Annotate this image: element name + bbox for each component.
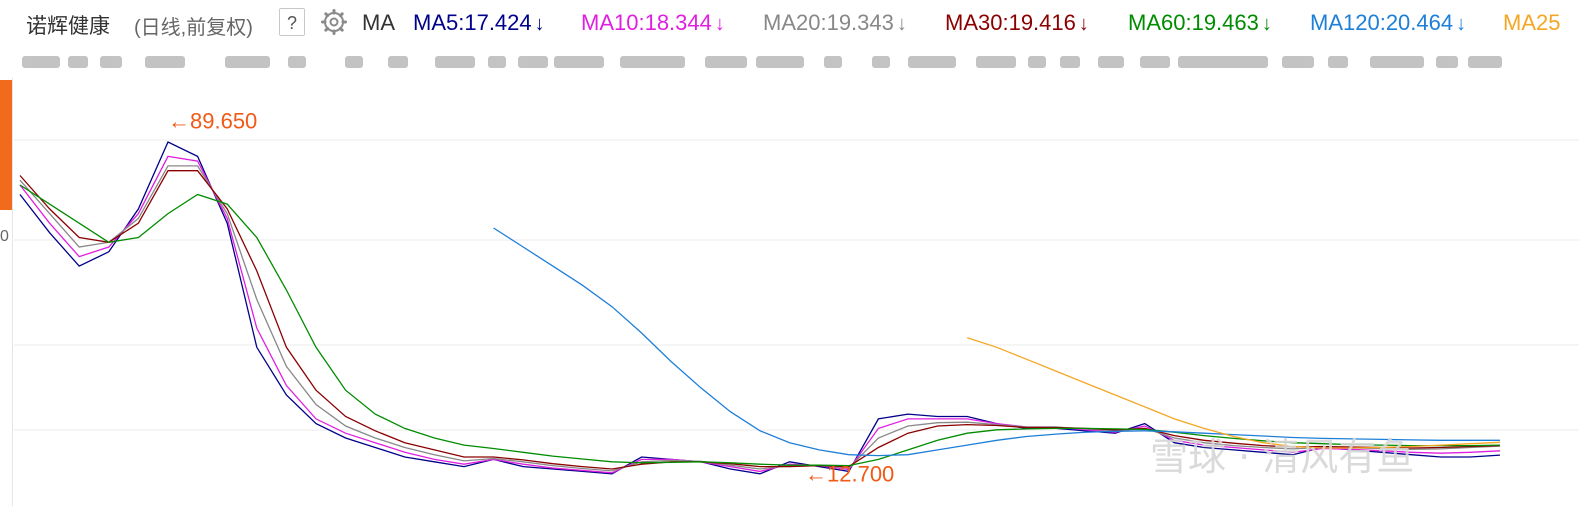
ma-legend-item: MA60:19.463 ↓ (1128, 10, 1272, 36)
series-ma10-line (19, 155, 1501, 474)
blurred-text (225, 56, 270, 68)
ma-series-layer (19, 141, 1501, 475)
blurred-text (705, 56, 747, 68)
left-divider (12, 78, 13, 506)
ma-legend-value: MA10:18.344 (581, 10, 712, 35)
watermark-text: 雪球 · 清风有鱼 (1150, 435, 1414, 479)
blurred-text (1468, 56, 1502, 68)
blurred-text (872, 56, 890, 68)
ma-legend-value: MA60:19.463 (1128, 10, 1259, 35)
gridlines (14, 139, 1579, 431)
blurred-text (1098, 56, 1124, 68)
adjust-mode-label[interactable]: (日线,前复权) (134, 11, 253, 40)
series-ma20-line (19, 165, 1501, 472)
blurred-text (1370, 56, 1424, 68)
blurred-text (288, 56, 306, 68)
down-arrow-icon: ↓ (1078, 13, 1089, 35)
blurred-text (488, 56, 506, 68)
ma-legend-item: MA120:20.464 ↓ (1310, 10, 1466, 36)
stock-chart: 雪球 · 清风有鱼 ←89.650 ←12.700 (14, 108, 1579, 487)
blurred-text (518, 56, 548, 68)
down-arrow-icon: ↓ (1456, 13, 1467, 35)
series-ma120-line (493, 227, 1500, 457)
down-arrow-icon: ↓ (534, 13, 545, 35)
series-ma250-line (966, 337, 1501, 449)
blurred-text (435, 56, 475, 68)
ma-legend-value: MA20:19.343 (763, 10, 894, 35)
stock-name: 诺辉健康 (26, 15, 110, 38)
series-ma30-line (19, 170, 1501, 470)
blurred-text (756, 56, 804, 68)
y-axis-fragment: 0 (0, 228, 9, 245)
help-button[interactable]: ? (279, 8, 305, 36)
chart-header: 诺辉健康 (日线,前复权) ? MA MA5:17.424 ↓ MA10:18.34… (0, 0, 1579, 48)
series-ma60-line (19, 184, 1501, 467)
blurred-text (145, 56, 185, 68)
high-price-annotation: ←89.650 (168, 108, 257, 133)
blurred-text (68, 56, 88, 68)
blurred-info-row (20, 51, 1579, 73)
ma-indicator-label[interactable]: MA (362, 10, 395, 36)
blurred-text (824, 56, 842, 68)
blurred-text (908, 56, 956, 68)
blurred-text (1178, 56, 1268, 68)
blurred-text (1282, 56, 1314, 68)
gear-icon[interactable] (320, 8, 348, 36)
blurred-text (1436, 56, 1458, 68)
down-arrow-icon: ↓ (714, 13, 725, 35)
ma-legend-item: MA5:17.424 ↓ (413, 10, 545, 36)
blurred-text (1028, 56, 1046, 68)
blurred-text (100, 56, 122, 68)
ma-legend-value: MA25 (1503, 10, 1561, 35)
series-ma5-line (19, 141, 1501, 475)
blurred-text (1060, 56, 1080, 68)
blurred-text (345, 56, 363, 68)
blurred-text (554, 56, 604, 68)
blurred-text (1328, 56, 1348, 68)
blurred-text (388, 56, 408, 68)
ma-legend-item: MA20:19.343 ↓ (763, 10, 907, 36)
ma-legend-item: MA10:18.344 ↓ (581, 10, 725, 36)
ma-legend-item: MA25 (1503, 10, 1560, 36)
left-accent-bar (0, 80, 12, 210)
down-arrow-icon: ↓ (1261, 13, 1272, 35)
low-price-annotation: ←12.700 (805, 462, 894, 487)
blurred-text (620, 56, 685, 68)
blurred-text (1140, 56, 1170, 68)
down-arrow-icon: ↓ (896, 13, 907, 35)
blurred-text (976, 56, 1016, 68)
ma-legend-value: MA30:19.416 (945, 10, 1076, 35)
blurred-text (22, 56, 60, 68)
ma-legend-value: MA5:17.424 (413, 10, 532, 35)
ma-legend-value: MA120:20.464 (1310, 10, 1454, 35)
ma-legend-item: MA30:19.416 ↓ (945, 10, 1089, 36)
